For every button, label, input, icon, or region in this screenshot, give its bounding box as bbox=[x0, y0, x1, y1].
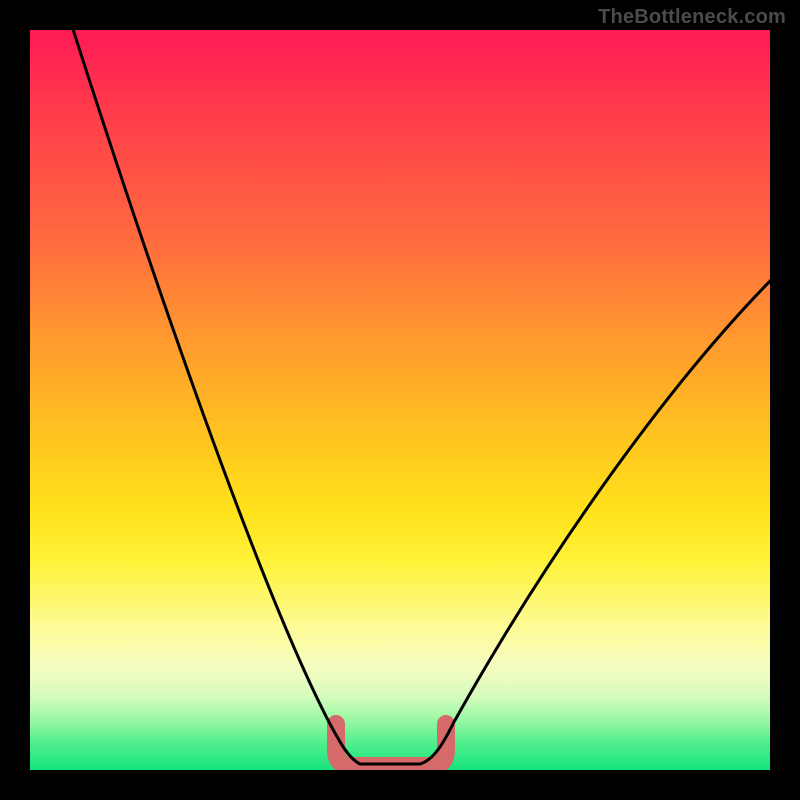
plot-area bbox=[30, 30, 770, 770]
chart-svg bbox=[30, 30, 770, 770]
bottleneck-curve bbox=[70, 30, 770, 764]
watermark-label: TheBottleneck.com bbox=[598, 6, 786, 29]
chart-frame: TheBottleneck.com bbox=[0, 0, 800, 800]
